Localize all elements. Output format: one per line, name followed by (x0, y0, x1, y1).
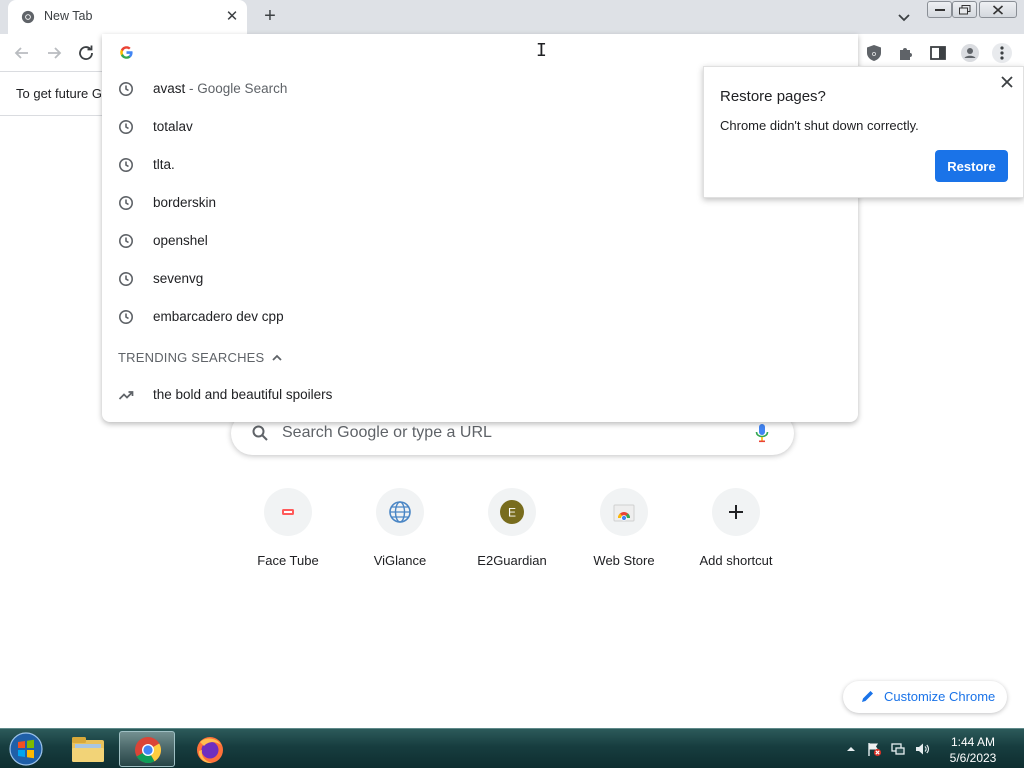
profile-avatar-icon[interactable] (959, 42, 981, 64)
facetube-icon (282, 509, 294, 515)
shortcut-label: Face Tube (257, 553, 319, 568)
ublock-icon[interactable]: o (863, 42, 885, 64)
infobar-text: To get future G (16, 86, 102, 101)
file-explorer-icon (72, 737, 104, 762)
action-center-flag-icon[interactable] (866, 741, 882, 757)
history-icon (119, 234, 133, 248)
close-icon[interactable]: ✕ (224, 9, 240, 25)
history-icon (119, 120, 133, 134)
history-icon (119, 158, 133, 172)
minimize-button[interactable] (927, 1, 952, 18)
chrome-icon (135, 737, 162, 764)
customize-chrome-button[interactable]: Customize Chrome (843, 681, 1007, 713)
suggestion-item[interactable]: sevenvg (102, 260, 858, 298)
globe-icon (389, 501, 411, 523)
restore-window-icon (958, 4, 970, 14)
tab-strip: New Tab ✕ + (0, 0, 1024, 34)
shortcut-tile (600, 488, 648, 536)
start-orb-icon[interactable] (6, 731, 46, 767)
shortcut-add[interactable]: Add shortcut (680, 488, 792, 578)
taskbar-file-explorer[interactable] (60, 731, 116, 767)
kebab-menu-icon[interactable] (991, 42, 1013, 64)
suggestion-item[interactable]: embarcadero dev cpp (102, 298, 858, 336)
text-cursor-icon: I (536, 40, 547, 61)
suggestion-text: tlta. (153, 157, 175, 172)
customize-label: Customize Chrome (884, 689, 996, 704)
restore-title: Restore pages? (720, 88, 826, 105)
reload-icon[interactable] (75, 42, 97, 64)
suggestion-text: sevenvg (153, 271, 204, 286)
history-icon (119, 82, 133, 96)
minimize-icon (934, 8, 945, 11)
shortcut-tile: E (488, 488, 536, 536)
letter-avatar-icon: E (500, 500, 524, 524)
search-icon (252, 425, 268, 441)
taskbar-chrome[interactable] (119, 731, 175, 767)
svg-text:E: E (508, 506, 516, 520)
new-tab-button[interactable]: + (259, 6, 281, 28)
back-arrow-icon[interactable] (11, 42, 33, 64)
history-icon (119, 196, 133, 210)
shortcut-label: Add shortcut (699, 553, 773, 568)
restore-button[interactable]: Restore (935, 150, 1008, 182)
tray-expand-icon[interactable] (843, 741, 859, 757)
windows-taskbar: 1:44 AM 5/6/2023 (0, 728, 1024, 768)
close-window-button[interactable] (979, 1, 1017, 18)
clock-time: 1:44 AM (950, 735, 996, 749)
trending-icon (118, 391, 134, 400)
suggestion-item[interactable]: openshel (102, 222, 858, 260)
chevron-down-icon[interactable] (895, 8, 913, 26)
forward-arrow-icon[interactable] (43, 42, 65, 64)
suggestion-text: openshel (153, 233, 208, 248)
shortcut-tile (712, 488, 760, 536)
shortcut-e2guardian[interactable]: E E2Guardian (456, 488, 568, 578)
pencil-icon (862, 691, 873, 702)
history-icon (119, 310, 133, 324)
firefox-icon (197, 737, 223, 764)
suggestion-text: borderskin (153, 195, 217, 210)
close-icon (992, 4, 1004, 15)
shortcut-label: ViGlance (373, 553, 427, 568)
restore-pages-bubble: Restore pages? Chrome didn't shut down c… (703, 66, 1024, 198)
tab-title: New Tab (44, 9, 93, 23)
maximize-button[interactable] (952, 1, 977, 18)
taskbar-clock[interactable]: 1:44 AM 5/6/2023 (936, 734, 1010, 766)
plus-icon (729, 505, 743, 519)
google-g-icon (120, 46, 133, 59)
svg-text:o: o (872, 50, 876, 58)
trending-item[interactable]: the bold and beautiful spoilers (102, 376, 858, 414)
history-icon (119, 272, 133, 286)
shortcut-viglance[interactable]: ViGlance (344, 488, 456, 578)
volume-icon[interactable] (914, 741, 930, 757)
chevron-up-icon[interactable] (270, 351, 284, 365)
shortcut-web-store[interactable]: Web Store (568, 488, 680, 578)
clock-date: 5/6/2023 (949, 751, 997, 765)
microphone-icon[interactable] (754, 423, 770, 443)
close-icon[interactable] (1000, 75, 1014, 89)
side-panel-icon[interactable] (927, 42, 949, 64)
suggestion-text: totalav (153, 119, 193, 134)
trending-text: the bold and beautiful spoilers (153, 387, 333, 402)
ntp-search-input[interactable] (282, 422, 742, 444)
shortcut-face-tube[interactable]: Face Tube (232, 488, 344, 578)
suggestion-text: avast - Google Search (153, 81, 288, 96)
shortcut-label: Web Store (593, 553, 655, 568)
restore-message: Chrome didn't shut down correctly. (720, 118, 919, 133)
taskbar-firefox[interactable] (182, 731, 238, 767)
webstore-icon (613, 504, 635, 522)
tab-new-tab[interactable]: New Tab ✕ (8, 0, 247, 34)
shortcut-label: E2Guardian (477, 553, 547, 568)
suggestion-text: embarcadero dev cpp (153, 309, 284, 324)
chrome-icon (21, 10, 35, 24)
shortcut-tile (264, 488, 312, 536)
trending-searches-header: TRENDING SEARCHES (118, 350, 265, 365)
shortcut-tile (376, 488, 424, 536)
network-icon[interactable] (890, 741, 906, 757)
extensions-puzzle-icon[interactable] (895, 42, 917, 64)
